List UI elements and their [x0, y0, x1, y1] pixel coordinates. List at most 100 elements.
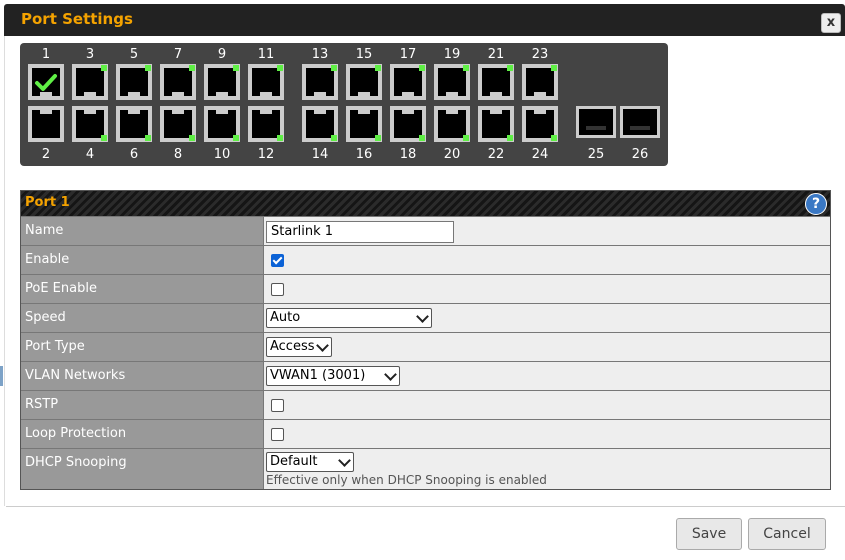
port-number-label: 12	[257, 147, 275, 162]
dhcp-row: DHCP Snooping Default Effective only whe…	[21, 449, 830, 489]
port-socket	[526, 110, 554, 138]
port-number-label: 22	[487, 147, 505, 162]
name-input[interactable]: Starlink 1	[266, 221, 454, 243]
link-led	[463, 135, 469, 141]
link-led	[101, 135, 107, 141]
help-icon[interactable]: ?	[805, 193, 827, 215]
port-socket	[76, 110, 104, 138]
port-11[interactable]	[248, 64, 284, 100]
port-number-label: 6	[129, 147, 139, 162]
port-18[interactable]	[390, 106, 426, 142]
port-10[interactable]	[204, 106, 240, 142]
cancel-button[interactable]: Cancel	[748, 518, 826, 550]
port-socket	[32, 110, 60, 138]
vlan-label-cell: VLAN Networks	[21, 362, 264, 390]
save-button[interactable]: Save	[676, 518, 742, 550]
speed-row: Speed Auto	[21, 304, 830, 332]
port-4[interactable]	[72, 106, 108, 142]
port-12[interactable]	[248, 106, 284, 142]
port-notch	[446, 92, 458, 96]
sfp-slot	[586, 126, 606, 130]
port-9[interactable]	[204, 64, 240, 100]
vlan-select[interactable]: VWAN1 (3001)	[266, 366, 400, 386]
sfp-slot	[630, 126, 650, 130]
link-led	[233, 65, 239, 71]
port-notch	[260, 110, 272, 114]
link-led	[145, 135, 151, 141]
port-notch	[84, 92, 96, 96]
speed-value-cell: Auto	[264, 304, 830, 332]
rstp-value-cell	[264, 391, 830, 419]
loop-label-cell: Loop Protection	[21, 420, 264, 448]
panel-header: Port 1 ?	[21, 191, 830, 216]
port-8[interactable]	[160, 106, 196, 142]
link-led	[419, 65, 425, 71]
port-5[interactable]	[116, 64, 152, 100]
port-notch	[446, 110, 458, 114]
background-marker	[0, 366, 3, 386]
port-20[interactable]	[434, 106, 470, 142]
port-type-value-cell: Access	[264, 333, 830, 361]
enable-label-cell: Enable	[21, 246, 264, 274]
port-number-label: 20	[443, 147, 461, 162]
poe-value-cell	[264, 275, 830, 303]
port-number-label: 8	[173, 147, 183, 162]
close-icon[interactable]: x	[821, 13, 841, 33]
port-14[interactable]	[302, 106, 338, 142]
link-led	[277, 65, 283, 71]
port-16[interactable]	[346, 106, 382, 142]
link-led	[331, 135, 337, 141]
port-23[interactable]	[522, 64, 558, 100]
link-led	[189, 65, 195, 71]
port-6[interactable]	[116, 106, 152, 142]
vlan-row: VLAN Networks VWAN1 (3001)	[21, 362, 830, 390]
speed-select[interactable]: Auto	[266, 308, 432, 328]
dhcp-select-value: Default	[270, 454, 318, 469]
port-notch	[534, 92, 546, 96]
port-socket	[208, 110, 236, 138]
port-number-label: 18	[399, 147, 417, 162]
port-notch	[216, 110, 228, 114]
name-label: Name	[25, 223, 64, 238]
port-21[interactable]	[478, 64, 514, 100]
sfp-port-26[interactable]	[620, 106, 660, 138]
port-number-label: 17	[399, 47, 417, 62]
port-2[interactable]	[28, 106, 64, 142]
port-15[interactable]	[346, 64, 382, 100]
link-led	[419, 135, 425, 141]
port-17[interactable]	[390, 64, 426, 100]
link-led	[277, 135, 283, 141]
poe-checkbox[interactable]	[271, 283, 284, 296]
rstp-checkbox[interactable]	[271, 399, 284, 412]
chevron-down-icon	[416, 310, 429, 323]
port-number-label: 13	[311, 47, 329, 62]
link-led	[145, 65, 151, 71]
name-label-cell: Name	[21, 217, 264, 245]
port-1[interactable]	[28, 64, 64, 100]
port-type-select[interactable]: Access	[266, 337, 332, 357]
enable-checkbox[interactable]	[271, 254, 284, 267]
port-13[interactable]	[302, 64, 338, 100]
port-3[interactable]	[72, 64, 108, 100]
port-number-label: 5	[129, 47, 139, 62]
port-notch	[216, 92, 228, 96]
rstp-row: RSTP	[21, 391, 830, 419]
checkmark-icon	[34, 70, 58, 94]
loop-protection-checkbox[interactable]	[271, 428, 284, 441]
port-19[interactable]	[434, 64, 470, 100]
loop-label: Loop Protection	[25, 426, 127, 441]
sfp-port-25[interactable]	[576, 106, 616, 138]
port-notch	[84, 110, 96, 114]
port-socket	[164, 110, 192, 138]
dhcp-snooping-select[interactable]: Default	[266, 452, 354, 472]
port-24[interactable]	[522, 106, 558, 142]
port-notch	[490, 92, 502, 96]
port-7[interactable]	[160, 64, 196, 100]
chevron-down-icon	[338, 454, 351, 467]
link-led	[507, 135, 513, 141]
port-notch	[40, 110, 52, 114]
dialog-title: Port Settings	[21, 10, 133, 28]
dhcp-value-cell: Default Effective only when DHCP Snoopin…	[264, 449, 830, 489]
port-socket	[394, 110, 422, 138]
port-22[interactable]	[478, 106, 514, 142]
